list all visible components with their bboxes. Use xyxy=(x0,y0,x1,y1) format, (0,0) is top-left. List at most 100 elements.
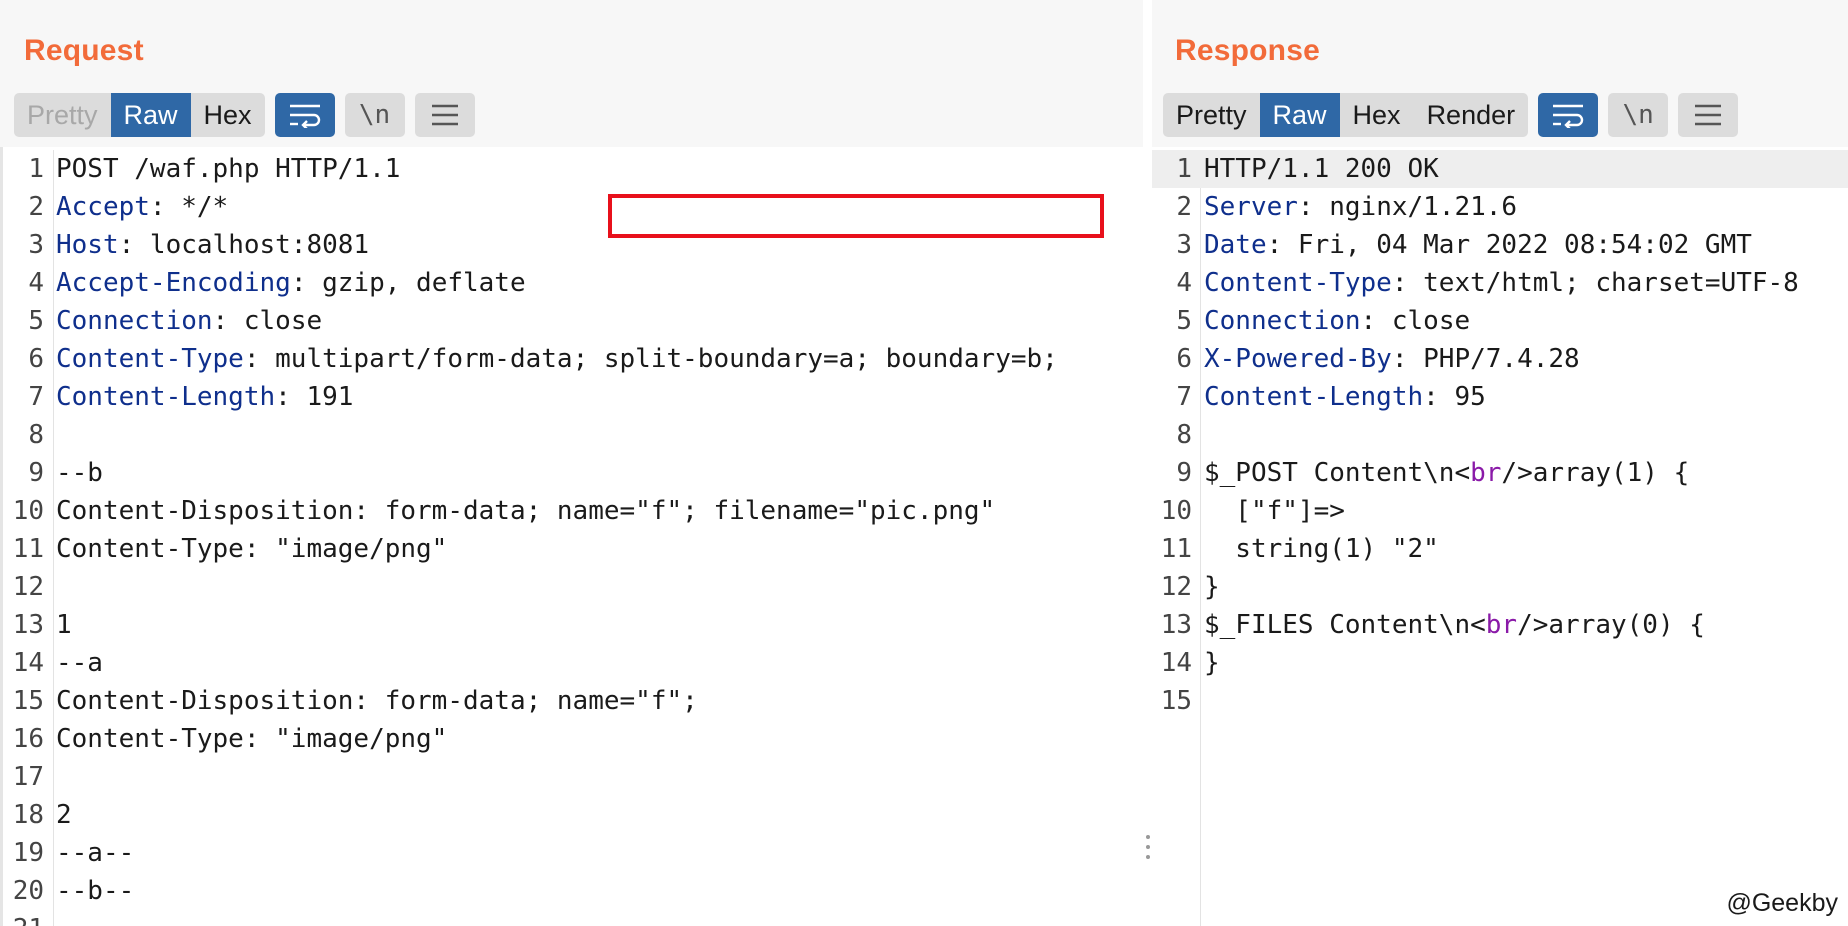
header-value: : localhost:8081 xyxy=(118,230,370,260)
line-content: string(1) "2" xyxy=(1204,534,1439,564)
request-code-line: 15 Content-Disposition: form-data; name="… xyxy=(0,682,1143,720)
wrap-lines-icon xyxy=(1553,104,1584,128)
line-number: 3 xyxy=(28,230,44,260)
line-number: 8 xyxy=(28,420,44,450)
line-number: 8 xyxy=(1176,420,1192,450)
request-menu-button[interactable] xyxy=(414,93,475,137)
header-name: Content-Length xyxy=(1204,382,1424,412)
response-code-line: 12} xyxy=(1152,568,1848,606)
line-content: X-Powered-By: PHP/7.4.28 xyxy=(1204,340,1580,378)
line-content: HTTP/1.1 200 OK xyxy=(1204,154,1439,184)
line-number: 13 xyxy=(1160,610,1192,640)
line-number: 19 xyxy=(12,838,44,868)
response-title: Response xyxy=(1175,34,1320,67)
request-tab-pretty[interactable]: Pretty xyxy=(14,93,111,137)
line-content: 1 xyxy=(56,610,72,640)
header-name: Host xyxy=(56,230,119,260)
request-toolbar: Pretty Raw Hex \n xyxy=(14,93,475,137)
header-name: Connection xyxy=(1204,306,1361,336)
newline-icon: \n xyxy=(1622,100,1654,130)
response-show-newlines-button[interactable]: \n xyxy=(1608,93,1669,137)
watermark: @Geekby xyxy=(1726,889,1838,917)
line-content: Content-Type: "image/png" xyxy=(56,534,448,564)
hamburger-menu-icon xyxy=(1695,104,1722,126)
line-content: Content-Type: text/html; charset=UTF-8 xyxy=(1204,264,1799,302)
line-number: 21 xyxy=(0,910,44,926)
wrap-lines-icon xyxy=(289,104,320,128)
request-code-line: 16 Content-Type: "image/png" xyxy=(0,720,1143,758)
line-number: 1 xyxy=(1176,154,1192,184)
line-content: --b-- xyxy=(56,876,135,906)
line-content: Content-Length: 95 xyxy=(1204,378,1486,416)
line-number: 3 xyxy=(1176,230,1192,260)
line-number: 6 xyxy=(1176,344,1192,374)
request-code-line: 11 Content-Type: "image/png" xyxy=(0,530,1143,568)
line-content: Connection: close xyxy=(56,302,322,340)
line-content: Content-Disposition: form-data; name="f"… xyxy=(56,496,996,526)
request-code-line: 8 xyxy=(0,416,1143,454)
line-content: Server: nginx/1.21.6 xyxy=(1204,188,1517,226)
response-code-line: 13 $_FILES Content\n<br/>array(0) { xyxy=(1152,606,1848,644)
request-code-line: 13 1 xyxy=(0,606,1143,644)
response-tab-hex[interactable]: Hex xyxy=(1340,93,1414,137)
request-header: Request Pretty Raw Hex \n xyxy=(0,0,1143,147)
request-code-line: 9 --b xyxy=(0,454,1143,492)
html-tag-name: br xyxy=(1470,458,1502,488)
request-show-newlines-button[interactable]: \n xyxy=(344,93,405,137)
splitter-handle-icon[interactable] xyxy=(1146,835,1150,865)
line-content: --a xyxy=(56,648,103,678)
request-code-line: 17 xyxy=(0,758,1143,796)
line-number: 11 xyxy=(12,534,44,564)
line-content: $_FILES Content\n<br/>array(0) { xyxy=(1204,606,1705,644)
request-code-line: 21 xyxy=(0,910,1143,926)
line-number: 15 xyxy=(12,686,44,716)
line-content: Date: Fri, 04 Mar 2022 08:54:02 GMT xyxy=(1204,226,1752,264)
header-value: : 95 xyxy=(1423,382,1486,412)
response-code-line: 10 ["f"]=> xyxy=(1152,492,1848,530)
response-tab-raw[interactable]: Raw xyxy=(1259,93,1340,137)
header-value: : */* xyxy=(149,192,229,222)
response-code-line: 9 $_POST Content\n<br/>array(1) { xyxy=(1152,454,1848,492)
line-number: 2 xyxy=(28,192,44,222)
body-text: $_FILES Content\n< xyxy=(1204,610,1486,640)
header-name: Accept-Encoding xyxy=(56,268,291,298)
line-content: Connection: close xyxy=(1204,302,1470,340)
line-content: Content-Type: multipart/form-data; split… xyxy=(56,340,1058,378)
response-wrap-lines-button[interactable] xyxy=(1538,93,1599,137)
response-menu-button[interactable] xyxy=(1678,93,1739,137)
request-editor[interactable]: 1 POST /waf.php HTTP/1.1 2 Accept: */* 3 Host… xyxy=(0,150,1143,926)
response-editor[interactable]: 1 HTTP/1.1 200 OK 2 Server: nginx/1.21.6 3 Da… xyxy=(1152,150,1848,926)
request-code-line: 7 Content-Length: 191 xyxy=(0,378,1143,416)
header-value: : text/html; charset=UTF-8 xyxy=(1391,268,1799,298)
header-value: : close xyxy=(212,306,323,336)
request-title: Request xyxy=(24,34,144,67)
line-number: 4 xyxy=(1176,268,1192,298)
request-code-line: 1 POST /waf.php HTTP/1.1 xyxy=(0,150,1143,188)
line-content: Accept: */* xyxy=(56,188,228,226)
response-code-line: 1 HTTP/1.1 200 OK xyxy=(1152,150,1848,188)
request-wrap-lines-button[interactable] xyxy=(274,93,335,137)
response-tab-render[interactable]: Render xyxy=(1414,93,1529,137)
line-content: Content-Disposition: form-data; name="f"… xyxy=(56,686,698,716)
request-tab-hex[interactable]: Hex xyxy=(191,93,265,137)
request-code-line: 20 --b-- xyxy=(0,872,1143,910)
response-view-tabs: Pretty Raw Hex Render xyxy=(1163,93,1529,137)
line-number: 12 xyxy=(1160,572,1192,602)
request-code-line: 19 --a-- xyxy=(0,834,1143,872)
line-content: $_POST Content\n<br/>array(1) { xyxy=(1204,454,1689,492)
pane-splitter[interactable] xyxy=(1143,0,1152,926)
line-content: Host: localhost:8081 xyxy=(56,226,369,264)
header-name: Server xyxy=(1204,192,1298,222)
response-code-line: 5 Connection: close xyxy=(1152,302,1848,340)
header-name: Content-Length xyxy=(56,382,276,412)
line-number: 5 xyxy=(28,306,44,336)
response-code-line: 7 Content-Length: 95 xyxy=(1152,378,1848,416)
line-number: 18 xyxy=(12,800,44,830)
response-tab-pretty[interactable]: Pretty xyxy=(1163,93,1260,137)
response-code-line: 11 string(1) "2" xyxy=(1152,530,1848,568)
header-name: Content-Type xyxy=(56,344,244,374)
response-code-line: 8 xyxy=(1152,416,1848,454)
line-number: 5 xyxy=(1176,306,1192,336)
header-value: : 191 xyxy=(275,382,354,412)
request-tab-raw[interactable]: Raw xyxy=(110,93,191,137)
